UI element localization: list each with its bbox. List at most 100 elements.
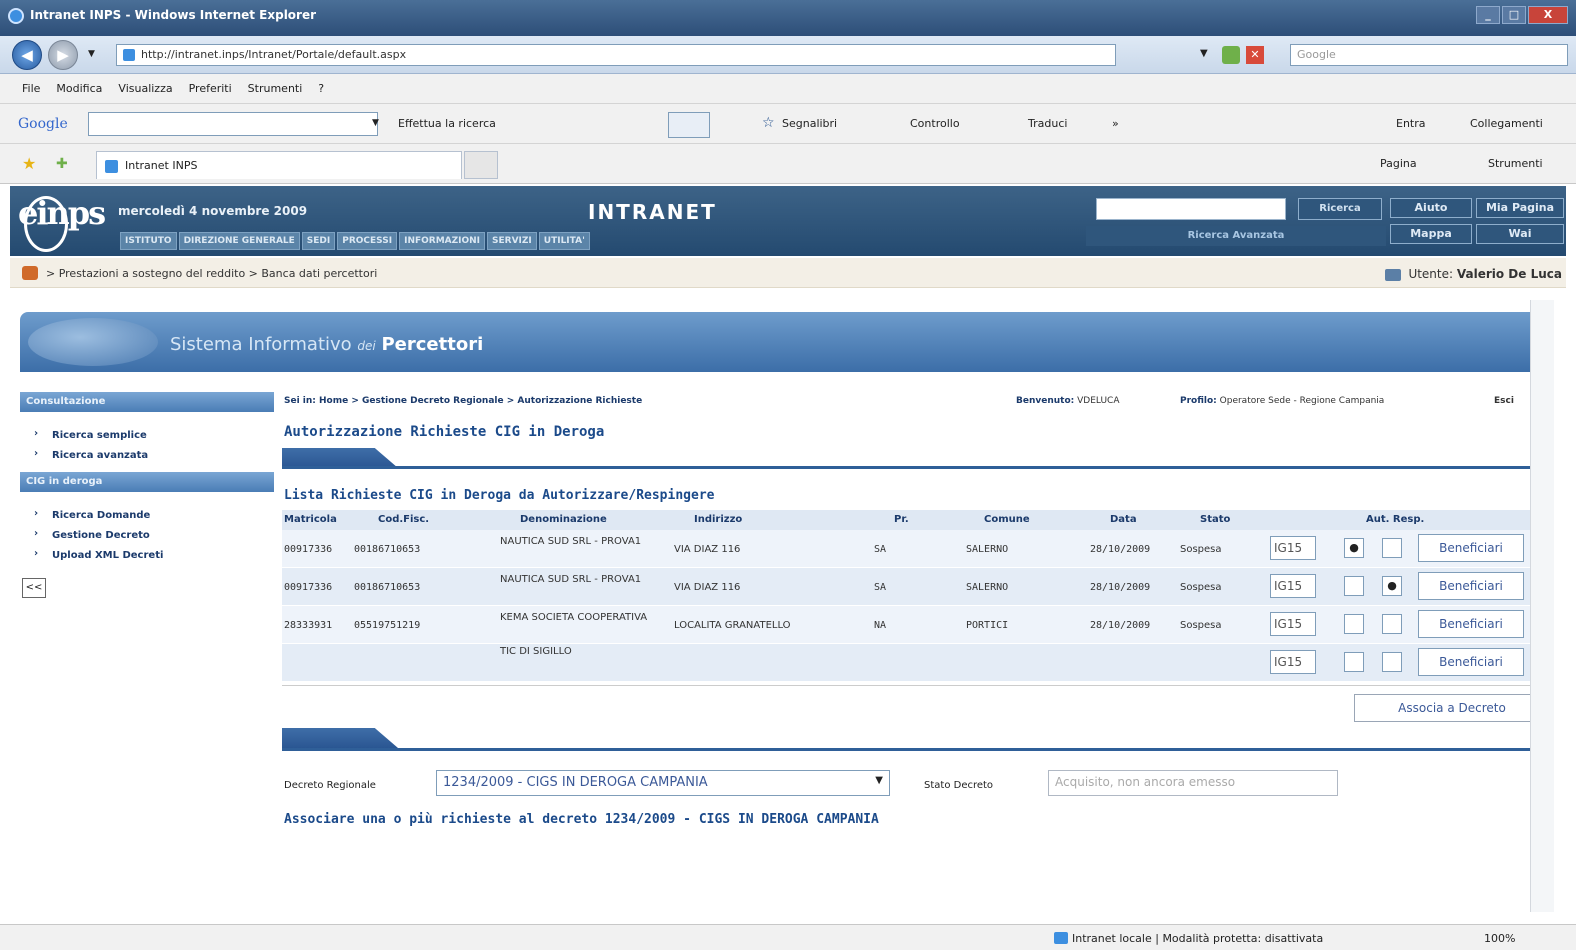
sidebar-item-upload-xml[interactable]: Upload XML Decreti: [34, 548, 163, 561]
address-bar: ◀ ▶ ▼ http://intranet.inps/Intranet/Port…: [0, 36, 1576, 74]
beneficiari-button[interactable]: Beneficiari: [1418, 648, 1524, 676]
intranet-search-input[interactable]: [1096, 198, 1286, 220]
security-zone[interactable]: Intranet locale | Modalità protetta: dis…: [1053, 932, 1323, 945]
map-link[interactable]: Mappa: [1390, 224, 1472, 244]
tab-intranet[interactable]: Intranet INPS: [96, 151, 462, 179]
stop-icon[interactable]: ✕: [1246, 46, 1264, 64]
aut-radio[interactable]: ●: [1344, 538, 1364, 558]
page-vertical-scrollbar[interactable]: [1530, 300, 1554, 912]
window-title: Intranet INPS - Windows Internet Explore…: [30, 8, 317, 22]
nav-utilita[interactable]: UTILITA': [538, 232, 590, 250]
cell-stato: Sospesa: [1180, 620, 1222, 631]
minimize-button[interactable]: _: [1476, 6, 1500, 24]
nav-sedi[interactable]: SEDI: [301, 232, 336, 250]
add-favorite-icon[interactable]: ✚: [56, 156, 68, 172]
requests-table: Matricola Cod.Fisc. Denominazione Indiri…: [282, 510, 1544, 686]
bookmarks-button[interactable]: Segnalibri: [782, 117, 837, 130]
beneficiari-button[interactable]: Beneficiari: [1418, 534, 1524, 562]
links-button[interactable]: Collegamenti: [1470, 117, 1543, 130]
resp-radio[interactable]: [1382, 538, 1402, 558]
advanced-search-link[interactable]: Ricerca Avanzata: [1086, 226, 1386, 246]
sidebar: Consultazione Ricerca semplice Ricerca a…: [20, 392, 274, 912]
my-page-link[interactable]: Mia Pagina: [1476, 198, 1564, 218]
refresh-icon[interactable]: [1222, 46, 1240, 64]
portal-breadcrumb: > Prestazioni a sostegno del reddito > B…: [10, 258, 1566, 288]
tools-menu[interactable]: Strumenti: [1488, 157, 1543, 170]
table-row: 00917336 00186710653 NAUTICA SUD SRL - P…: [282, 530, 1544, 568]
menu-file[interactable]: File: [22, 82, 40, 103]
cell-codfisc: 05519751219: [354, 620, 421, 631]
section-tab-marker: [282, 448, 398, 468]
nav-istituto[interactable]: ISTITUTO: [120, 232, 177, 250]
ie-icon: [8, 8, 24, 24]
collapse-sidebar-button[interactable]: <<: [22, 578, 46, 598]
beneficiari-button[interactable]: Beneficiari: [1418, 610, 1524, 638]
favorites-star-icon[interactable]: ★: [22, 154, 36, 173]
browser-search-input[interactable]: Google: [1290, 44, 1568, 66]
page-breadcrumb[interactable]: Sei in: Home > Gestione Decreto Regional…: [284, 396, 642, 406]
col-aut-resp: Aut. Resp.: [1366, 514, 1425, 525]
sidebar-item-ricerca-domande[interactable]: Ricerca Domande: [34, 508, 150, 521]
google-dropdown-icon[interactable]: ▼: [372, 118, 379, 128]
nav-direzione[interactable]: DIREZIONE GENERALE: [178, 232, 300, 250]
close-button[interactable]: X: [1528, 6, 1568, 24]
google-search-input[interactable]: [88, 112, 378, 136]
nav-processi[interactable]: PROCESSI: [337, 232, 398, 250]
breadcrumb-text[interactable]: > Prestazioni a sostegno del reddito > B…: [46, 267, 377, 280]
intranet-search-button[interactable]: Ricerca: [1298, 198, 1382, 220]
more-button[interactable]: »: [1112, 117, 1119, 130]
menu-help[interactable]: ?: [318, 82, 324, 103]
header-title: INTRANET: [588, 200, 717, 224]
code-input[interactable]: IG15: [1270, 536, 1316, 560]
menu-modifica[interactable]: Modifica: [56, 82, 102, 103]
login-button[interactable]: Entra: [1396, 117, 1426, 130]
maximize-button[interactable]: □: [1502, 6, 1526, 24]
home-icon[interactable]: [22, 266, 38, 280]
translate-button[interactable]: Traduci: [1028, 117, 1067, 130]
history-dropdown-icon[interactable]: ▼: [88, 49, 95, 59]
url-input[interactable]: http://intranet.inps/Intranet/Portale/de…: [116, 44, 1116, 66]
url-dropdown-icon[interactable]: ▼: [1200, 48, 1208, 59]
sidebar-item-ricerca-avanzata[interactable]: Ricerca avanzata: [34, 448, 148, 461]
page-menu[interactable]: Pagina: [1380, 157, 1417, 170]
aut-radio[interactable]: [1344, 614, 1364, 634]
nav-servizi[interactable]: SERVIZI: [487, 232, 537, 250]
popup-blocker-icon[interactable]: [668, 112, 710, 138]
app-banner: Sistema Informativo dei Percettori: [20, 312, 1554, 372]
tab-bar: ★ ✚ Intranet INPS Pagina Strumenti: [0, 144, 1576, 184]
decree-select[interactable]: 1234/2009 - CIGS IN DEROGA CAMPANIA ▼: [436, 770, 890, 796]
menu-visualizza[interactable]: Visualizza: [118, 82, 172, 103]
resp-radio[interactable]: ●: [1382, 576, 1402, 596]
beneficiari-button[interactable]: Beneficiari: [1418, 572, 1524, 600]
cell-comune: SALERNO: [966, 544, 1009, 555]
sidebar-item-ricerca-semplice[interactable]: Ricerca semplice: [34, 428, 147, 441]
associate-decree-button[interactable]: Associa a Decreto: [1354, 694, 1550, 722]
printer-icon[interactable]: [1384, 268, 1401, 281]
wai-link[interactable]: Wai: [1476, 224, 1564, 244]
logout-link[interactable]: Esci: [1494, 396, 1514, 406]
menu-strumenti[interactable]: Strumenti: [248, 82, 303, 103]
aut-radio[interactable]: [1344, 576, 1364, 596]
resp-radio[interactable]: [1382, 652, 1402, 672]
sidebar-item-gestione-decreto[interactable]: Gestione Decreto: [34, 528, 150, 541]
new-tab-button[interactable]: [464, 151, 498, 179]
code-input[interactable]: IG15: [1270, 574, 1316, 598]
resp-radio[interactable]: [1382, 614, 1402, 634]
back-button[interactable]: ◀: [12, 40, 42, 70]
decree-status-field: Acquisito, non ancora emesso: [1048, 770, 1338, 796]
help-link[interactable]: Aiuto: [1390, 198, 1472, 218]
code-input[interactable]: IG15: [1270, 612, 1316, 636]
cell-stato: Sospesa: [1180, 582, 1222, 593]
decree-status-label: Stato Decreto: [924, 780, 994, 791]
zoom-level[interactable]: 100%: [1484, 932, 1515, 945]
menu-preferiti[interactable]: Preferiti: [189, 82, 232, 103]
forward-button[interactable]: ▶: [48, 40, 78, 70]
section-divider: [282, 466, 1552, 469]
check-button[interactable]: Controllo: [910, 117, 960, 130]
code-input[interactable]: IG15: [1270, 650, 1316, 674]
aut-radio[interactable]: [1344, 652, 1364, 672]
cell-codfisc: 00186710653: [354, 544, 421, 555]
window-titlebar: Intranet INPS - Windows Internet Explore…: [0, 0, 1576, 36]
nav-informazioni[interactable]: INFORMAZIONI: [399, 232, 486, 250]
google-search-button[interactable]: Effettua la ricerca: [398, 117, 496, 130]
